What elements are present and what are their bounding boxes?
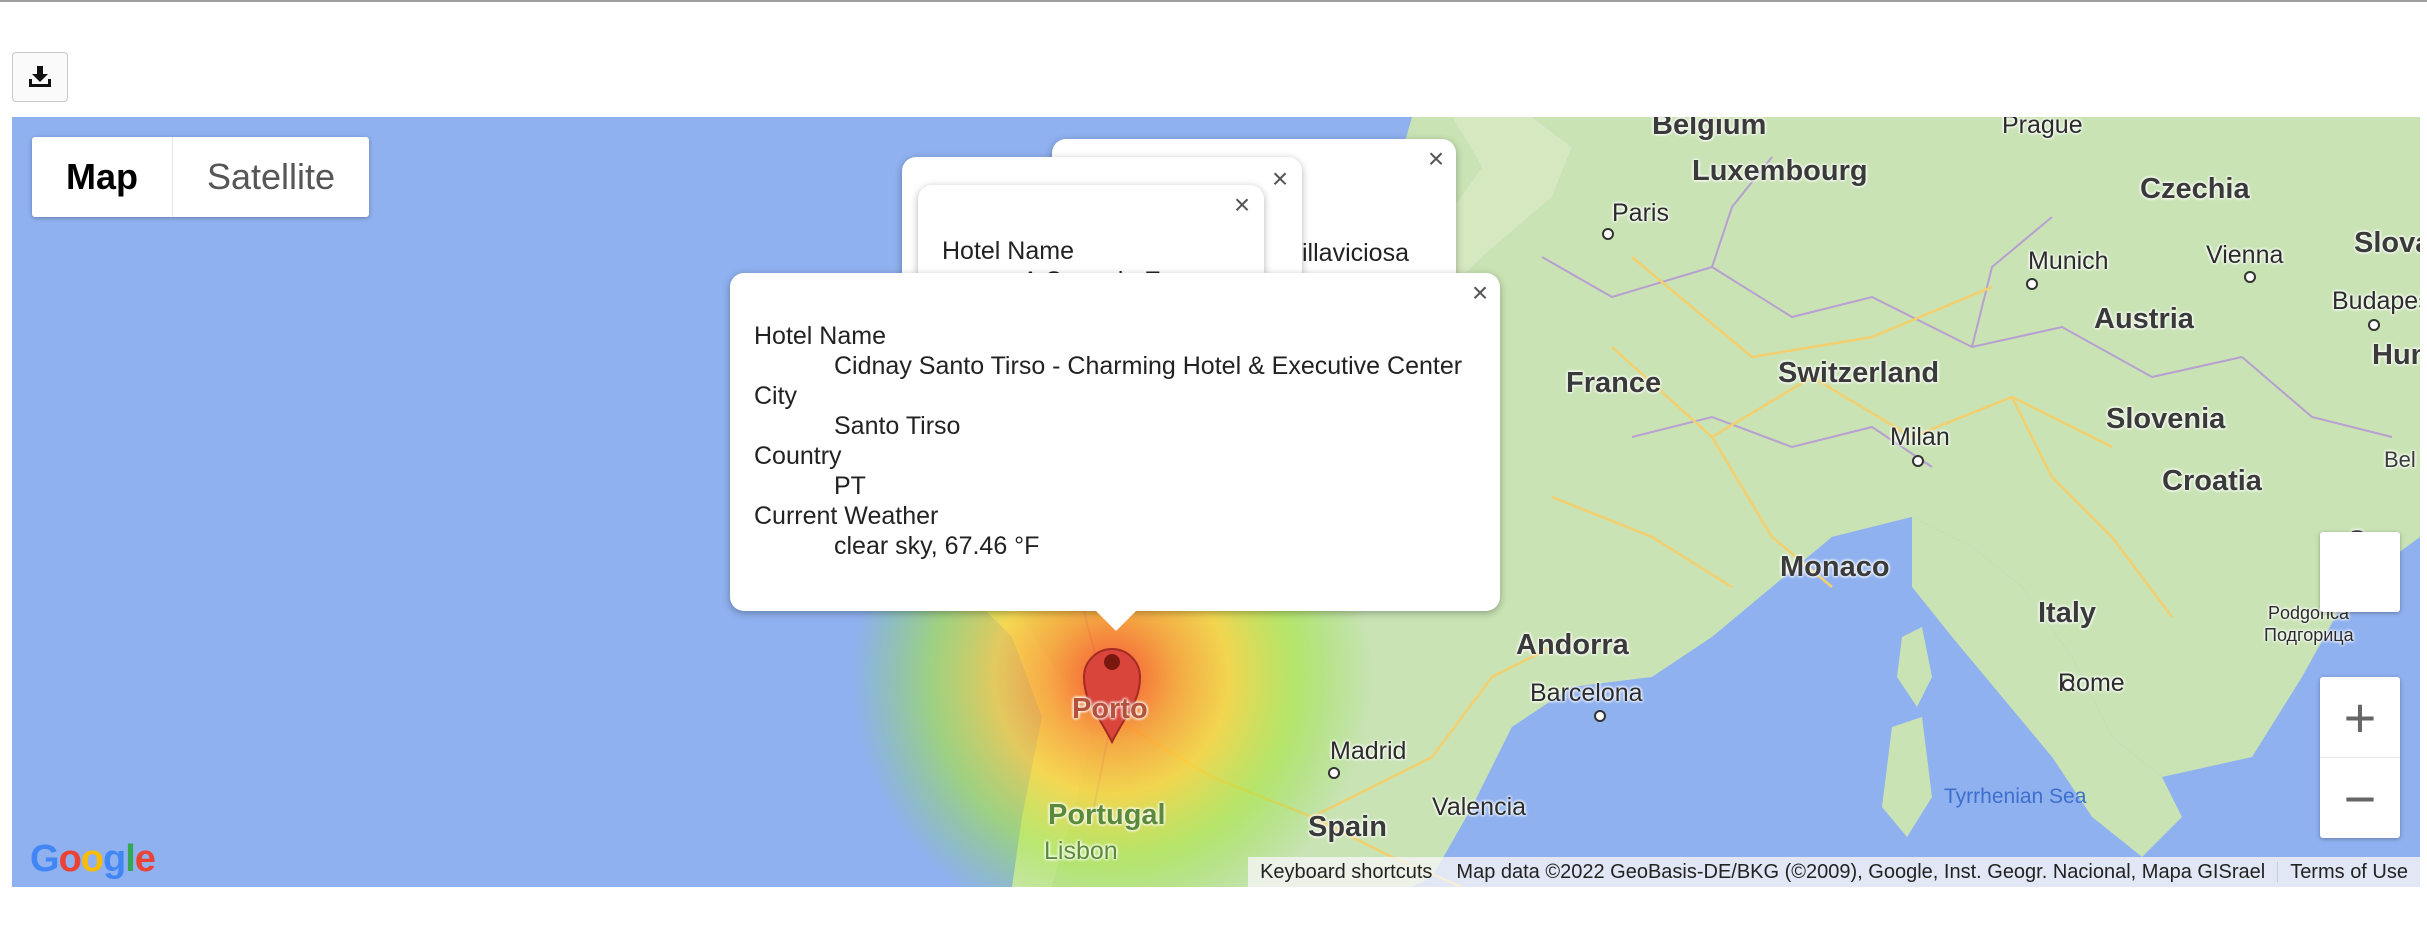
city-dot-barcelona [1594,710,1606,722]
label-lisbon: Lisbon [1044,837,1118,865]
city-dot-milan [1912,455,1924,467]
zoom-control: + − [2320,677,2400,838]
close-icon[interactable]: × [1422,143,1450,174]
label-france: France [1566,367,1662,399]
label-belgium: Belgium [1652,117,1767,141]
label-budapest: Budapest [2332,287,2420,315]
zoom-out-button[interactable]: − [2320,758,2400,838]
label-switzerland: Switzerland [1778,357,1940,389]
label-portugal: Portugal [1048,799,1166,831]
label-valencia: Valencia [1432,793,1527,821]
label-bel: Bel [2384,447,2416,472]
close-icon[interactable]: × [1466,277,1494,308]
label-podgorica-cyrillic: Подгорица [2264,625,2354,645]
map-data-text: Map data ©2022 GeoBasis-DE/BKG (©2009), … [1456,860,2266,883]
label-paris: Paris [1612,199,1669,227]
city-dot-munich [2026,278,2038,290]
info-window-fields: Hotel Name Cidnay Santo Tirso - Charming… [754,321,1462,561]
keyboard-shortcuts-link[interactable]: Keyboard shortcuts [1248,861,1444,884]
top-divider [0,0,2427,2]
field-label-current-weather: Current Weather [754,502,939,530]
label-slovenia: Slovenia [2106,403,2226,435]
download-icon [29,66,51,87]
label-monaco: Monaco [1780,551,1890,583]
info-window-pointer [1096,611,1136,631]
label-porto: Porto [1072,693,1148,725]
field-label-country: Country [754,442,842,470]
label-slovakia: Slovak [2354,227,2420,259]
field-label-hotel-name: Hotel Name [754,322,886,350]
label-croatia: Croatia [2162,465,2262,497]
label-milan: Milan [1890,423,1950,451]
label-hungary: Hunga [2372,339,2420,371]
attribution-bar: Keyboard shortcuts Map data ©2022 GeoBas… [1248,857,2420,887]
city-dot-paris [1602,228,1614,240]
label-czechia: Czechia [2140,173,2250,205]
field-value-hotel-name: Cidnay Santo Tirso - Charming Hotel & Ex… [834,352,1463,380]
info-window-partial-city: illaviciosa [1302,239,1409,267]
field-value-current-weather: clear sky, 67.46 °F [834,532,1040,560]
map-type-map-button[interactable]: Map [32,137,173,217]
label-barcelona: Barcelona [1530,679,1643,707]
label-austria: Austria [2094,303,2194,335]
field-value-city: Santo Tirso [834,412,961,440]
city-dot-budapest [2368,319,2380,331]
info-window: × Hotel Name Cidnay Santo Tirso - Charmi… [730,273,1500,631]
terms-of-use-link[interactable]: Terms of Use [2278,861,2420,884]
map-type-satellite-button[interactable]: Satellite [173,137,369,217]
field-label-city: City [754,382,798,410]
street-view-control[interactable] [2320,532,2400,612]
label-vienna: Vienna [2206,241,2284,269]
label-spain: Spain [1308,811,1387,843]
info-window-back-label: Hotel Name [942,237,1074,265]
close-icon[interactable]: × [1266,163,1294,194]
label-italy: Italy [2038,597,2097,629]
label-prague: Prague [2002,117,2083,139]
label-madrid: Madrid [1330,737,1407,765]
google-logo: Google [30,838,156,880]
map-canvas[interactable]: Map Satellite Belgium Prague Luxembourg … [12,117,2420,887]
map-type-control: Map Satellite [32,137,370,217]
close-icon[interactable]: × [1228,189,1256,220]
field-value-country: PT [834,472,866,500]
label-luxembourg: Luxembourg [1692,155,1868,187]
label-munich: Munich [2028,247,2109,275]
download-button[interactable] [12,52,68,102]
city-dot-rome [2062,679,2074,691]
city-dot-madrid [1328,767,1340,779]
label-tyrrhenian-sea: Tyrrhenian Sea [1944,785,2087,808]
label-andorra: Andorra [1516,629,1629,661]
city-dot-vienna [2244,271,2256,283]
zoom-in-button[interactable]: + [2320,677,2400,758]
